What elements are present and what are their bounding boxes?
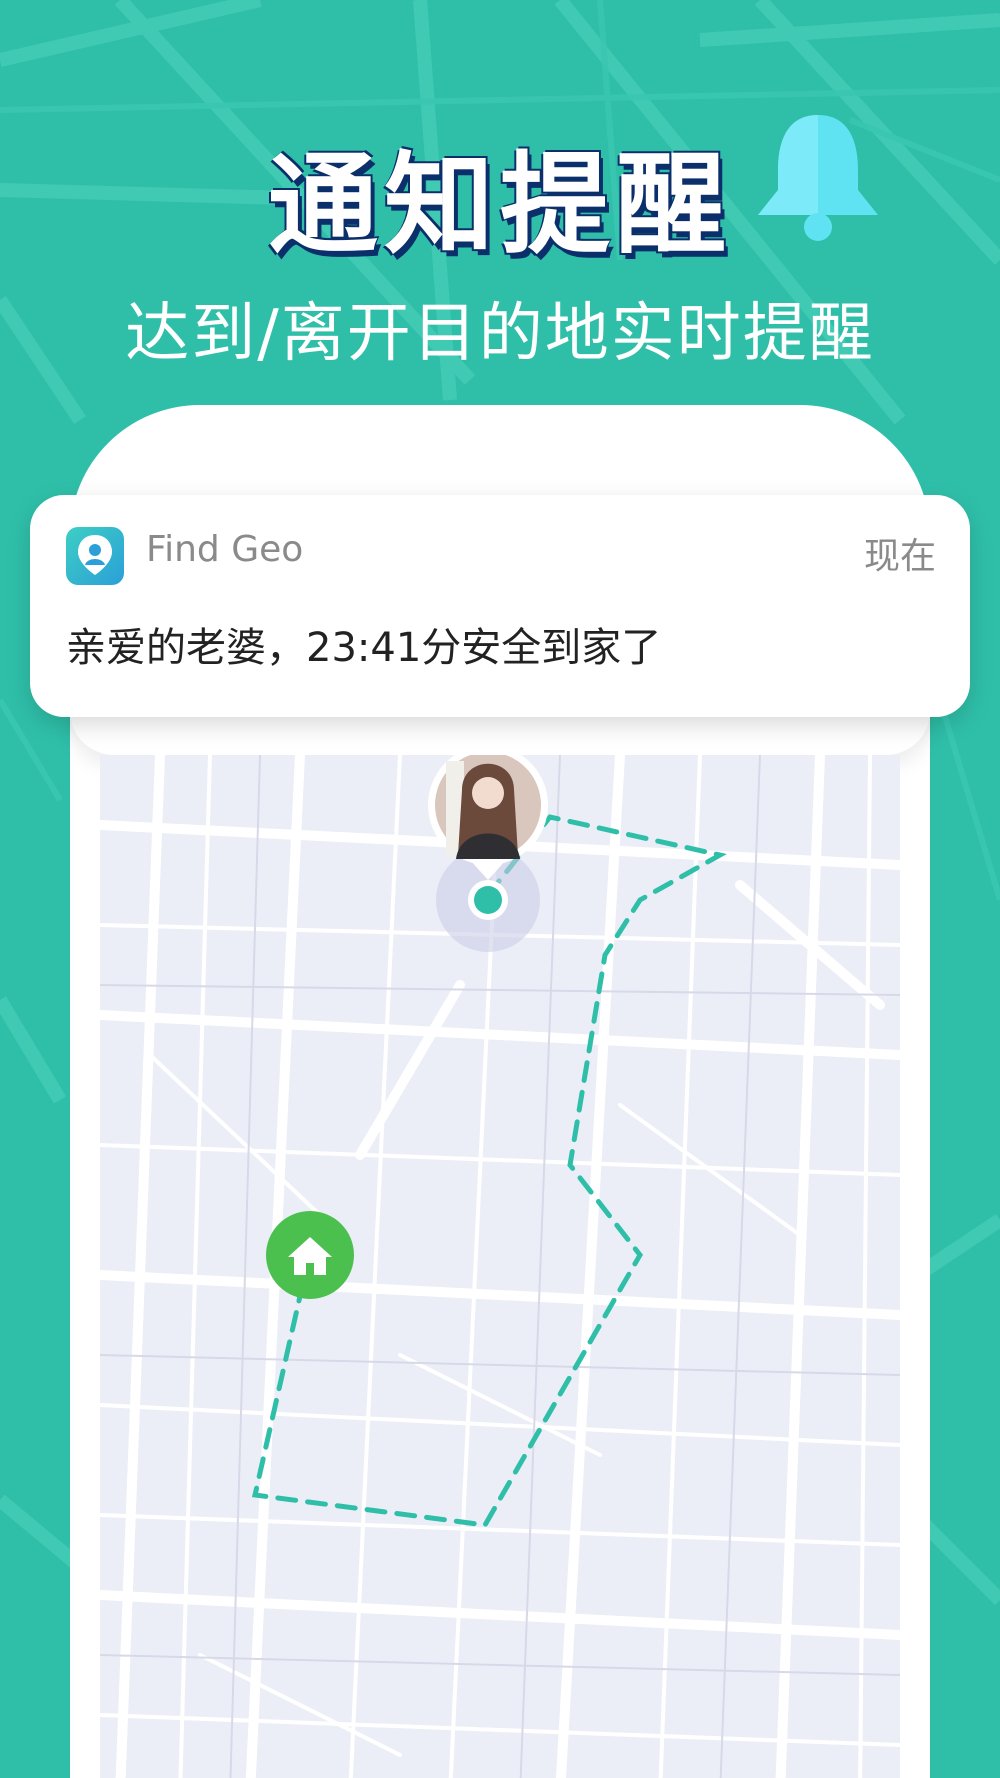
map-canvas <box>100 755 900 1778</box>
app-promo-screen: 通知提醒 达到/离开目的地实时提醒 Find Geo 现在 亲爱的老婆，23:4… <box>0 0 1000 1778</box>
map-pin-person-icon <box>66 527 124 585</box>
notification-message: 亲爱的老婆，23:41分安全到家了 <box>66 625 662 671</box>
bell-icon <box>758 115 878 241</box>
notification-app-name: Find Geo <box>146 529 304 570</box>
page-subtitle: 达到/离开目的地实时提醒 <box>125 297 875 371</box>
notification-card[interactable]: Find Geo 现在 亲爱的老婆，23:41分安全到家了 <box>30 495 970 717</box>
map-view[interactable] <box>100 755 900 1778</box>
home-icon[interactable] <box>266 1211 354 1299</box>
page-title: 通知提醒 <box>268 141 732 269</box>
notification-time: 现在 <box>863 536 936 577</box>
